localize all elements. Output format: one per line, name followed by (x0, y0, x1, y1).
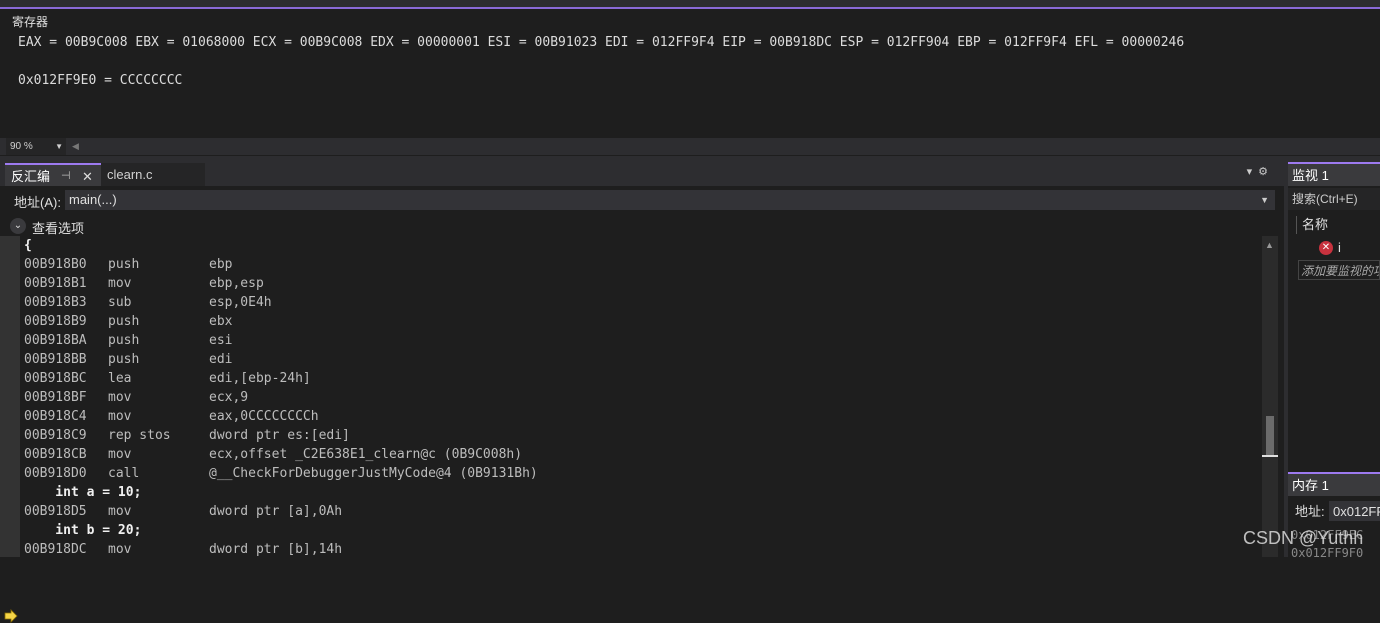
memory-title[interactable]: 内存 1 (1288, 472, 1380, 496)
asm-address: 00B918CB (24, 447, 87, 462)
zoom-value: 90 % (10, 141, 33, 152)
asm-operands: edi (209, 352, 233, 367)
watch-item-name: i (1338, 240, 1341, 255)
asm-mnemonic: mov (108, 542, 132, 557)
memory-address-row: 地址: 0x012FF9EC (1288, 501, 1380, 523)
scroll-up-icon[interactable]: ▲ (1265, 240, 1274, 250)
tab-disassembly-label: 反汇编 (11, 169, 51, 184)
asm-mnemonic: push (108, 314, 140, 329)
asm-operands: edi,[ebp-24h] (209, 371, 311, 386)
asm-mnemonic: call (108, 466, 140, 481)
panel-top-border (0, 0, 1380, 9)
asm-mnemonic: mov (108, 409, 132, 424)
add-watch-input[interactable]: 添加要监视的项 (1298, 260, 1380, 280)
asm-operands: ebx (209, 314, 233, 329)
asm-mnemonic: mov (108, 504, 132, 519)
asm-mnemonic: lea (108, 371, 132, 386)
zoom-dropdown[interactable]: 90 % ▼ (6, 138, 66, 155)
source-line: int a = 10; (24, 485, 142, 500)
address-value: main(...) (69, 192, 117, 207)
vertical-scrollbar[interactable]: ▲ (1262, 236, 1278, 557)
asm-address: 00B918BC (24, 371, 87, 386)
asm-mnemonic: mov (108, 447, 132, 462)
asm-operands: @__CheckForDebuggerJustMyCode@4 (0B9131B… (209, 466, 538, 481)
asm-address: 00B918C9 (24, 428, 87, 443)
asm-operands: esp,0E4h (209, 295, 272, 310)
scroll-left-icon[interactable]: ◀ (72, 138, 79, 155)
pin-icon[interactable]: ⊣ (61, 165, 71, 188)
tab-list-dropdown-icon[interactable]: ▾ (1247, 166, 1259, 178)
close-icon[interactable]: ✕ (82, 165, 93, 188)
tab-clearn-c[interactable]: clearn.c (101, 163, 205, 186)
asm-operands: ebp (209, 257, 233, 272)
memory-address-label: 地址: (1295, 504, 1325, 519)
asm-mnemonic: sub (108, 295, 132, 310)
asm-mnemonic: mov (108, 390, 132, 405)
asm-address: 00B918B3 (24, 295, 87, 310)
settings-gear-icon[interactable]: ⚙ (1258, 166, 1274, 178)
asm-operands: ebp,esp (209, 276, 264, 291)
asm-address: 00B918C4 (24, 409, 87, 424)
watch-item[interactable]: ✕ i (1288, 238, 1380, 258)
asm-address: 00B918BB (24, 352, 87, 367)
expand-chevron-icon[interactable]: ⌄ (10, 218, 26, 234)
scroll-position-marker (1262, 455, 1278, 457)
watch-column-header: 名称 (1288, 214, 1380, 236)
asm-operands: ecx,9 (209, 390, 249, 405)
view-options-label: 查看选项 (32, 221, 85, 236)
name-column-label: 名称 (1302, 217, 1329, 232)
memory-address-input[interactable]: 0x012FF9EC (1329, 501, 1380, 521)
asm-address: 00B918BF (24, 390, 87, 405)
error-icon: ✕ (1319, 241, 1333, 255)
asm-mnemonic: push (108, 333, 140, 348)
scrollbar-thumb[interactable] (1266, 416, 1274, 456)
asm-operands: dword ptr es:[edi] (209, 428, 350, 443)
register-values[interactable]: EAX = 00B9C008 EBX = 01068000 ECX = 00B9… (18, 35, 1184, 50)
tab-clearn-label: clearn.c (107, 167, 153, 182)
registers-title: 寄存器 (12, 15, 49, 29)
asm-address: 00B918B0 (24, 257, 87, 272)
disassembly-panel: 反汇编 ⊣ ✕ clearn.c ▾⚙ 地址(A): main(...) ▼ ⌄… (0, 162, 1284, 623)
disassembly-code[interactable]: { 00B918B0 push ebp 00B918B1 mov ebp,esp 00B… (24, 236, 1254, 557)
asm-operands: dword ptr [b],14h (209, 542, 343, 557)
watermark: CSDN @Yuthh (1243, 528, 1364, 548)
memory-operand-value[interactable]: 0x012FF9E0 = CCCCCCCC (18, 73, 182, 88)
address-combobox[interactable]: main(...) ▼ (65, 190, 1275, 210)
asm-mnemonic: push (108, 352, 140, 367)
asm-address: 00B918B9 (24, 314, 87, 329)
chevron-down-icon: ▼ (55, 142, 63, 151)
tab-disassembly[interactable]: 反汇编 ⊣ ✕ (5, 163, 101, 186)
document-tabs: 反汇编 ⊣ ✕ clearn.c ▾⚙ (0, 162, 1284, 186)
asm-operands: esi (209, 333, 233, 348)
asm-mnemonic: push (108, 257, 140, 272)
asm-address: 00B918B1 (24, 276, 87, 291)
address-row: 地址(A): main(...) ▼ (0, 188, 1284, 212)
asm-operands: dword ptr [a],0Ah (209, 504, 343, 519)
asm-mnemonic: mov (108, 276, 132, 291)
asm-address: 00B918BA (24, 333, 87, 348)
chevron-down-icon: ▼ (1260, 195, 1269, 205)
tab-tools: ▾⚙ (1247, 165, 1274, 178)
watch-title[interactable]: 监视 1 (1288, 162, 1380, 186)
asm-address: 00B918D5 (24, 504, 87, 519)
source-line: int b = 20; (24, 523, 142, 538)
registers-panel: 寄存器 EAX = 00B9C008 EBX = 01068000 ECX = … (0, 0, 1380, 158)
watch-search-input[interactable]: 搜索(Ctrl+E) (1288, 188, 1380, 210)
instruction-pointer-arrow-icon (4, 609, 18, 623)
asm-operands: eax,0CCCCCCCCh (209, 409, 319, 424)
address-label: 地址(A): (14, 195, 61, 210)
view-options-row[interactable]: ⌄ 查看选项 (0, 214, 1284, 236)
zoom-bar: 90 % ▼ ◀ (0, 138, 1380, 155)
asm-address: 00B918D0 (24, 466, 87, 481)
asm-operands: ecx,offset _C2E638E1_clearn@c (0B9C008h) (209, 447, 523, 462)
watch-panel: 监视 1 搜索(Ctrl+E) 名称 ✕ i 添加要监视的项 (1288, 162, 1380, 468)
breakpoint-gutter[interactable] (0, 236, 20, 623)
asm-mnemonic: rep stos (108, 428, 171, 443)
source-line: { (24, 238, 32, 253)
asm-address: 00B918DC (24, 542, 87, 557)
column-divider (1296, 216, 1297, 234)
